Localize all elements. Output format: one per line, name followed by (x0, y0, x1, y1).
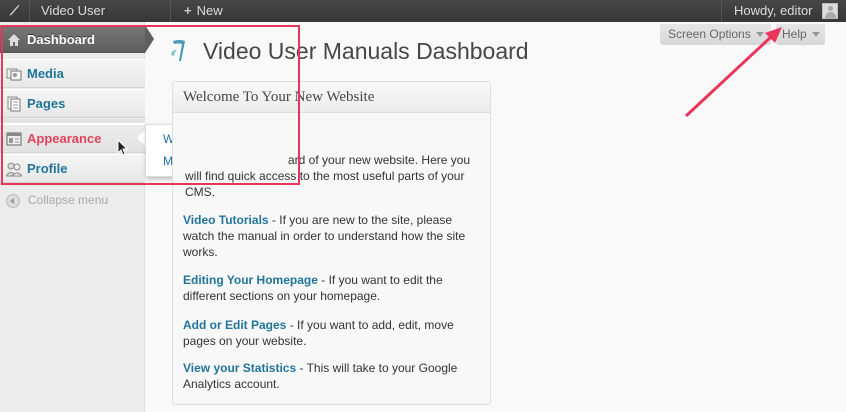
view-statistics-link[interactable]: View your Statistics (183, 361, 296, 375)
mouse-cursor-icon (117, 139, 129, 156)
editing-homepage-paragraph: Editing Your Homepage - If you want to e… (183, 272, 483, 304)
new-content-button[interactable]: + New (171, 0, 251, 22)
sidebar-item-pages[interactable]: Pages (0, 89, 145, 118)
new-label: New (196, 3, 223, 18)
welcome-intro-text: ard of your new website. Here you will f… (183, 152, 483, 200)
sidebar-item-label: Pages (27, 96, 66, 111)
sidebar-item-label: Media (27, 66, 64, 81)
site-name-link[interactable]: Video User Manuals (30, 0, 171, 39)
help-button[interactable]: Help (776, 24, 825, 45)
profile-icon (6, 162, 22, 177)
sidebar-item-profile[interactable]: Profile (0, 154, 145, 183)
video-tutorials-paragraph: Video Tutorials - If you are new to the … (183, 212, 483, 260)
plus-icon: + (184, 3, 192, 18)
avatar-icon[interactable] (822, 3, 838, 19)
welcome-widget: Welcome To Your New Website ard of your … (172, 81, 491, 405)
video-tutorials-link[interactable]: Video Tutorials (183, 213, 269, 227)
collapse-menu-button[interactable]: Collapse menu (28, 193, 108, 207)
media-icon (6, 68, 22, 81)
sidebar-item-media[interactable]: Media (0, 59, 145, 88)
sidebar-item-dashboard[interactable]: Dashboard (0, 25, 145, 53)
sidebar-item-label: Profile (27, 161, 68, 176)
appearance-icon (6, 132, 22, 146)
pages-icon (7, 96, 21, 112)
active-menu-arrow (145, 25, 154, 53)
help-label: Help (782, 27, 807, 41)
editing-homepage-link[interactable]: Editing Your Homepage (183, 273, 318, 287)
screen-options-button[interactable]: Screen Options (660, 24, 771, 45)
page-title: Video User Manuals Dashboard (203, 38, 529, 64)
welcome-widget-header[interactable]: Welcome To Your New Website (173, 82, 490, 113)
chevron-down-icon (755, 32, 764, 38)
site-logo-icon[interactable]: ⟋ (0, 0, 30, 22)
add-edit-pages-paragraph: Add or Edit Pages - If you want to add, … (183, 317, 483, 349)
sidebar-item-label: Appearance (27, 131, 102, 146)
collapse-menu-icon[interactable] (6, 194, 20, 208)
statistics-paragraph: View your Statistics - This will take to… (183, 360, 483, 392)
account-greeting: Howdy, editor (734, 3, 813, 18)
admin-bar: ⟋ Video User Manuals + New Howdy, editor (0, 0, 846, 39)
add-edit-pages-link[interactable]: Add or Edit Pages (183, 318, 286, 332)
welcome-widget-title: Welcome To Your New Website (183, 89, 375, 105)
sidebar-item-label: Dashboard (27, 32, 95, 47)
screen-options-label: Screen Options (668, 27, 751, 41)
brand-logo-icon (171, 40, 185, 61)
submenu-arrow (137, 130, 145, 146)
intro-text: ard of your new website. Here you will f… (185, 153, 471, 199)
chevron-down-icon (811, 32, 820, 38)
home-icon (8, 34, 20, 46)
